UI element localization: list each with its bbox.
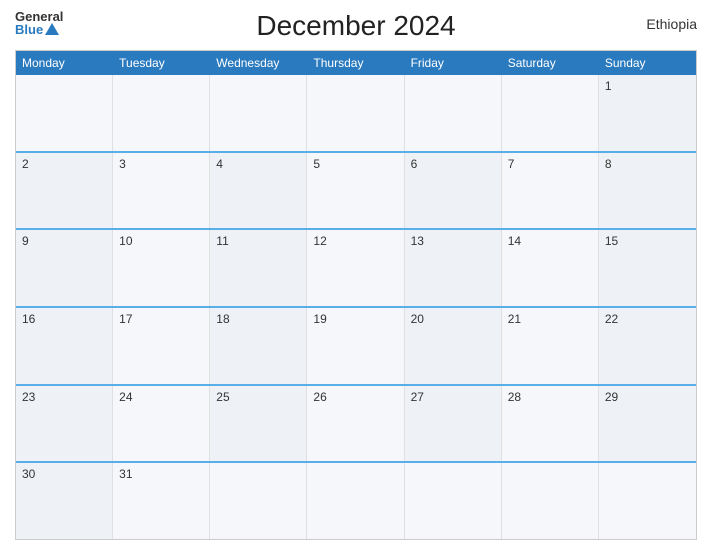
day-header-monday: Monday (16, 51, 113, 75)
day-cell (307, 463, 404, 539)
day-number: 23 (22, 390, 35, 404)
day-cell: 2 (16, 153, 113, 229)
day-number: 19 (313, 312, 326, 326)
day-number: 27 (411, 390, 424, 404)
day-number: 11 (216, 234, 228, 248)
day-number: 16 (22, 312, 35, 326)
day-cell: 6 (405, 153, 502, 229)
day-number: 15 (605, 234, 618, 248)
day-cell: 30 (16, 463, 113, 539)
day-number: 13 (411, 234, 424, 248)
day-headers-row: MondayTuesdayWednesdayThursdayFridaySatu… (16, 51, 696, 75)
day-cell (405, 75, 502, 151)
day-cell: 9 (16, 230, 113, 306)
week-row: 1 (16, 75, 696, 151)
day-cell: 28 (502, 386, 599, 462)
day-number: 25 (216, 390, 229, 404)
day-number: 1 (605, 79, 612, 93)
logo: General Blue (15, 10, 63, 36)
day-cell: 27 (405, 386, 502, 462)
week-row: 2 3 4 5 6 7 8 (16, 151, 696, 229)
day-cell: 19 (307, 308, 404, 384)
day-cell: 3 (113, 153, 210, 229)
week-row: 16 17 18 19 20 21 22 (16, 306, 696, 384)
day-cell: 1 (599, 75, 696, 151)
day-header-friday: Friday (405, 51, 502, 75)
day-cell: 22 (599, 308, 696, 384)
logo-triangle-icon (45, 23, 59, 35)
day-number: 10 (119, 234, 132, 248)
day-cell: 13 (405, 230, 502, 306)
country-label: Ethiopia (646, 16, 697, 32)
day-cell (113, 75, 210, 151)
day-number: 29 (605, 390, 618, 404)
day-cell (599, 463, 696, 539)
day-cell (16, 75, 113, 151)
day-header-wednesday: Wednesday (210, 51, 307, 75)
day-number: 9 (22, 234, 29, 248)
day-cell: 26 (307, 386, 404, 462)
weeks-container: 1234567891011121314151617181920212223242… (16, 75, 696, 539)
day-cell: 10 (113, 230, 210, 306)
day-number: 8 (605, 157, 612, 171)
day-number: 4 (216, 157, 223, 171)
page-title: December 2024 (256, 10, 455, 42)
day-number: 3 (119, 157, 126, 171)
day-cell: 21 (502, 308, 599, 384)
day-number: 30 (22, 467, 35, 481)
day-cell (502, 463, 599, 539)
day-number: 28 (508, 390, 521, 404)
day-cell: 20 (405, 308, 502, 384)
week-row: 9 10 11 12 13 14 15 (16, 228, 696, 306)
day-number: 24 (119, 390, 132, 404)
day-number: 31 (119, 467, 132, 481)
day-number: 18 (216, 312, 229, 326)
day-cell (502, 75, 599, 151)
day-header-thursday: Thursday (307, 51, 404, 75)
day-number: 22 (605, 312, 618, 326)
calendar-header: General Blue December 2024 Ethiopia (15, 10, 697, 42)
week-row: 23 24 25 26 27 28 29 (16, 384, 696, 462)
day-number: 7 (508, 157, 515, 171)
day-cell (405, 463, 502, 539)
day-cell: 18 (210, 308, 307, 384)
day-cell: 12 (307, 230, 404, 306)
day-cell: 14 (502, 230, 599, 306)
day-number: 5 (313, 157, 320, 171)
calendar-grid: MondayTuesdayWednesdayThursdayFridaySatu… (15, 50, 697, 540)
day-cell: 8 (599, 153, 696, 229)
day-number: 20 (411, 312, 424, 326)
day-number: 17 (119, 312, 132, 326)
day-cell: 7 (502, 153, 599, 229)
day-cell (210, 75, 307, 151)
day-header-saturday: Saturday (502, 51, 599, 75)
day-number: 2 (22, 157, 29, 171)
day-cell: 16 (16, 308, 113, 384)
page: General Blue December 2024 Ethiopia Mond… (0, 0, 712, 550)
day-header-sunday: Sunday (599, 51, 696, 75)
day-number: 6 (411, 157, 418, 171)
day-cell: 23 (16, 386, 113, 462)
day-header-tuesday: Tuesday (113, 51, 210, 75)
day-number: 14 (508, 234, 521, 248)
day-cell: 17 (113, 308, 210, 384)
day-cell: 11 (210, 230, 307, 306)
day-number: 21 (508, 312, 521, 326)
day-cell (307, 75, 404, 151)
day-cell: 24 (113, 386, 210, 462)
day-cell: 5 (307, 153, 404, 229)
day-cell (210, 463, 307, 539)
week-row: 30 31 (16, 461, 696, 539)
day-cell: 31 (113, 463, 210, 539)
logo-blue-text: Blue (15, 23, 59, 36)
day-cell: 15 (599, 230, 696, 306)
day-cell: 29 (599, 386, 696, 462)
day-cell: 25 (210, 386, 307, 462)
day-number: 26 (313, 390, 326, 404)
day-cell: 4 (210, 153, 307, 229)
day-number: 12 (313, 234, 326, 248)
